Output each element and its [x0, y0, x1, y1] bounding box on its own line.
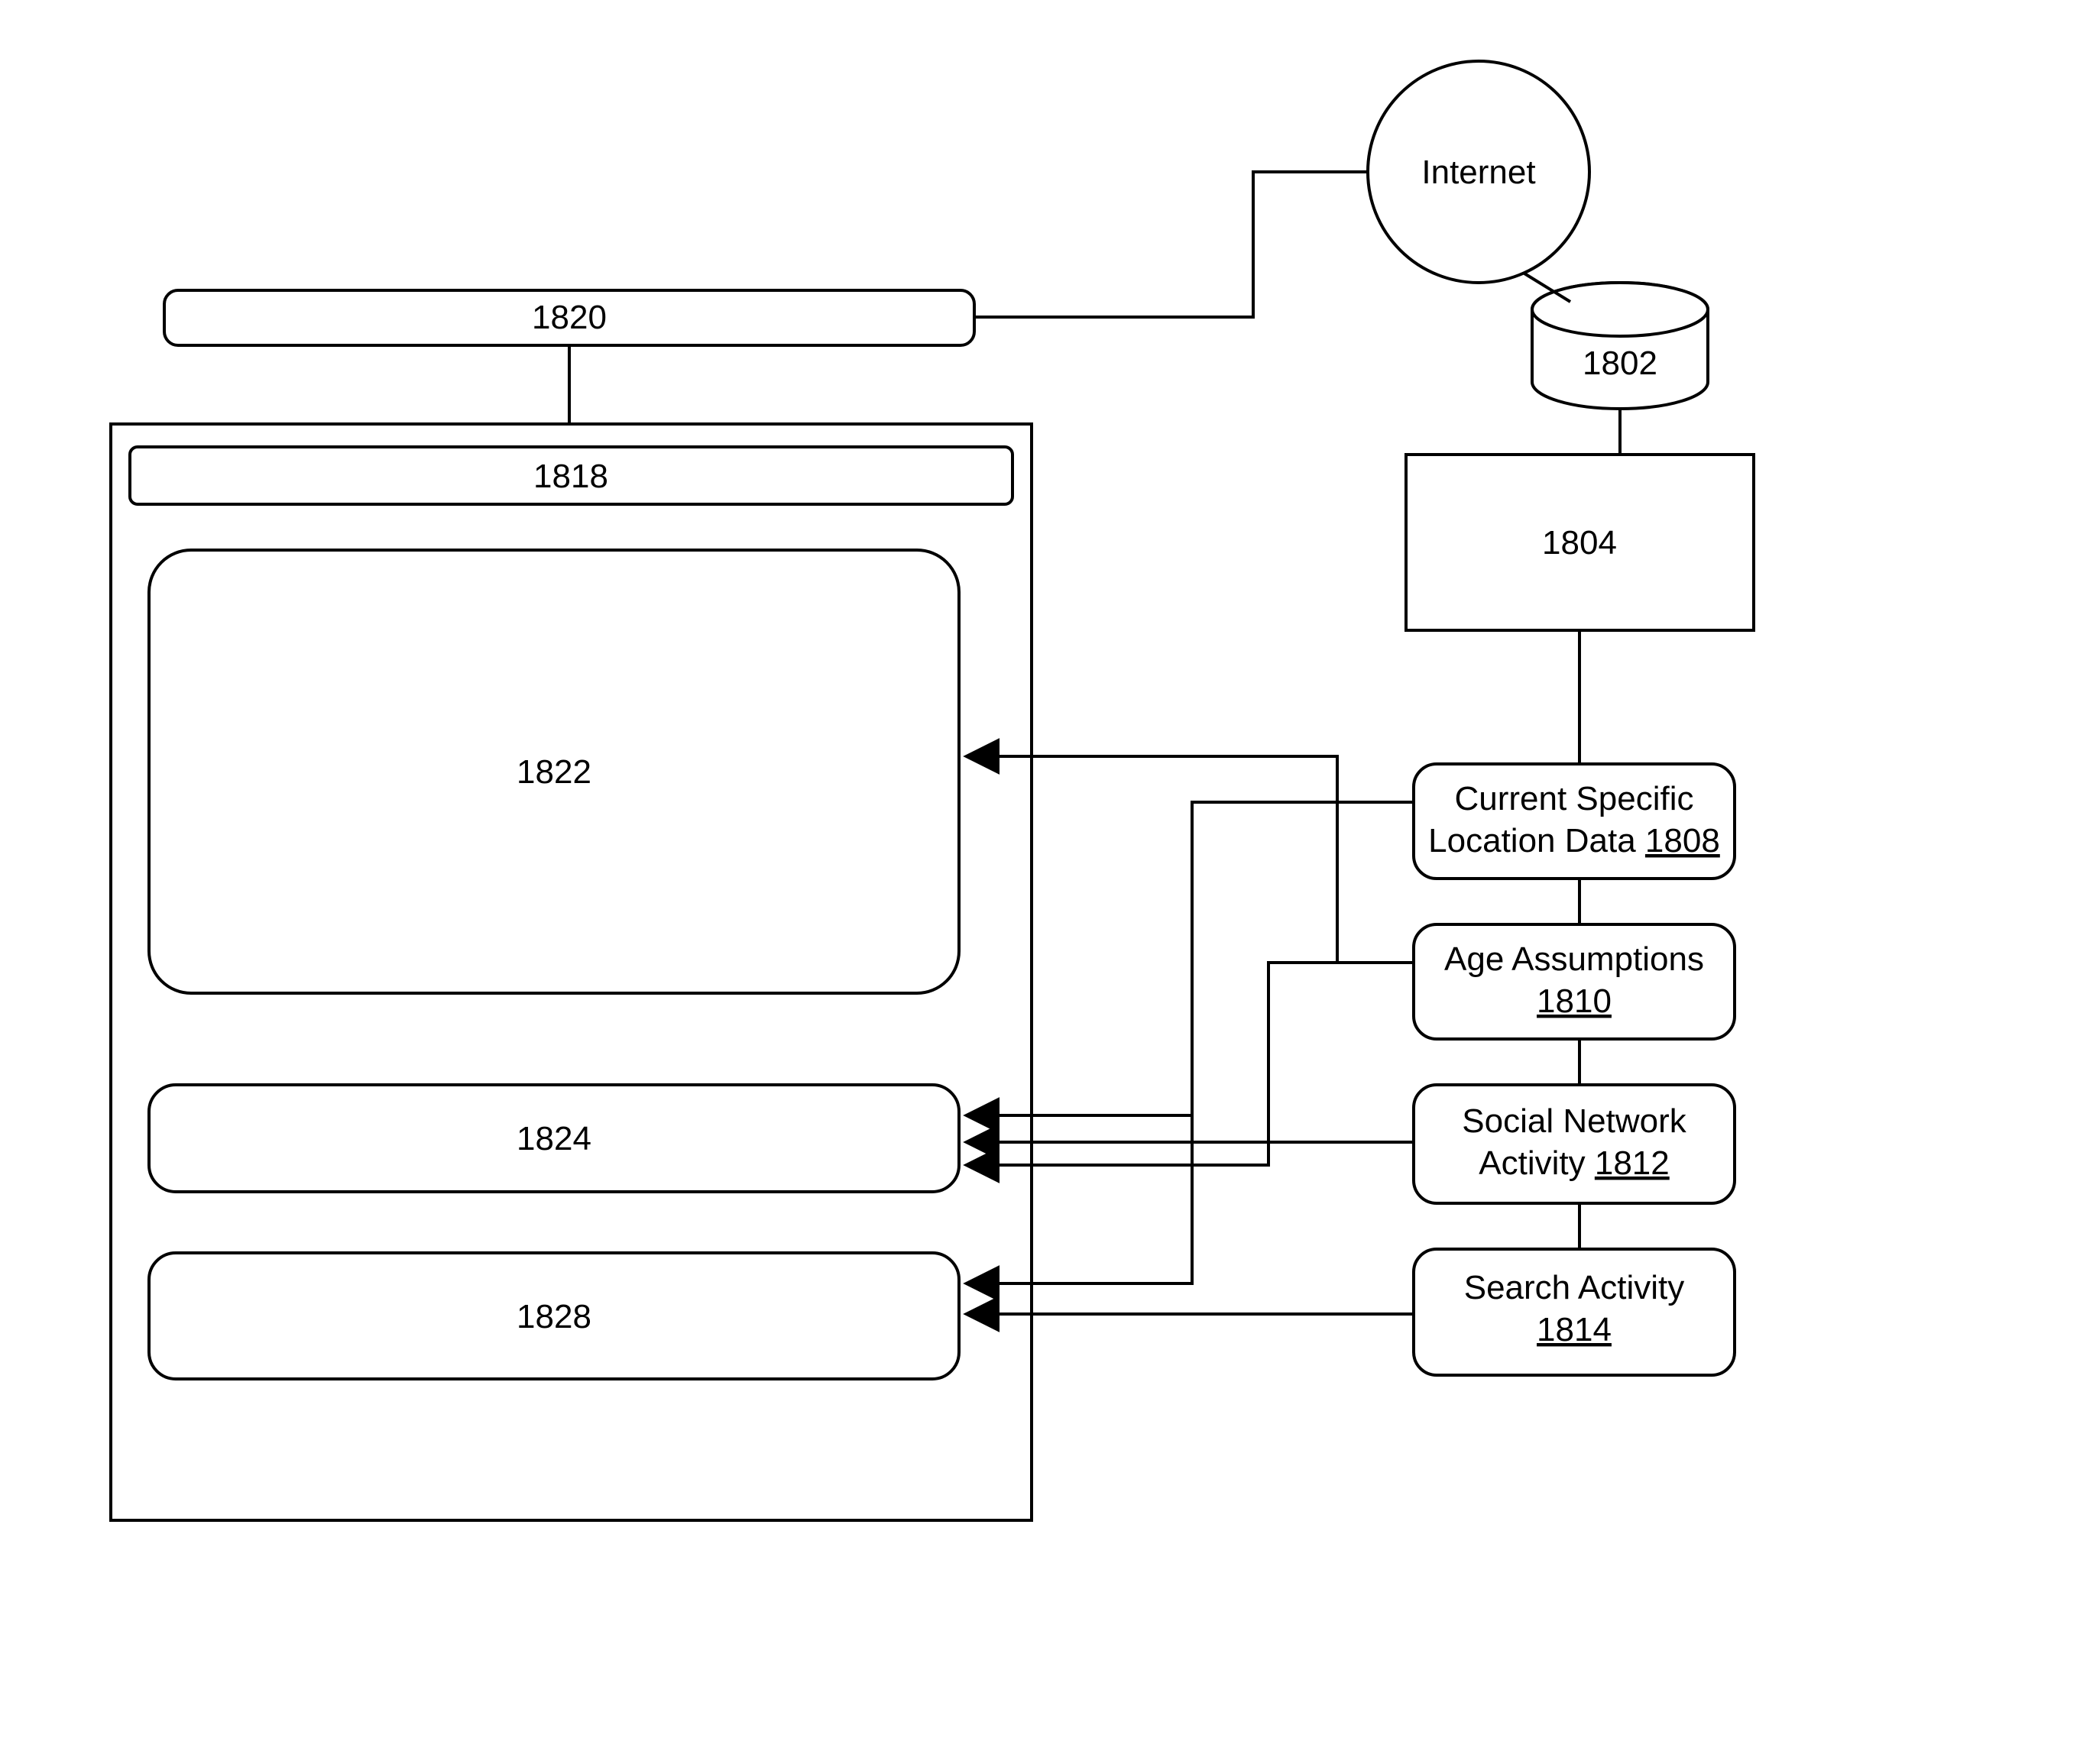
social-line1: Social Network	[1462, 1102, 1686, 1140]
panel-low-node: 1828	[149, 1253, 959, 1379]
database-node: 1802	[1532, 283, 1708, 409]
search-line1: Search Activity	[1464, 1269, 1685, 1306]
social-ref: 1812	[1595, 1144, 1670, 1182]
search-ref: 1814	[1537, 1311, 1612, 1348]
search-node: Search Activity 1814	[1414, 1249, 1735, 1375]
panel-mid-node: 1824	[149, 1085, 959, 1192]
internet-node: Internet	[1368, 61, 1589, 283]
conn-internet-bar	[974, 172, 1368, 317]
server-node: 1804	[1406, 455, 1754, 630]
internet-label: Internet	[1421, 154, 1535, 191]
panel-low-ref: 1828	[517, 1298, 591, 1335]
panel-header-ref: 1818	[533, 458, 608, 495]
top-bar-node: 1820	[164, 290, 974, 345]
svg-text:Location Data 1808: Location Data 1808	[1428, 822, 1720, 859]
location-ref: 1808	[1645, 822, 1720, 859]
panel-big-node: 1822	[149, 550, 959, 993]
panel-mid-ref: 1824	[517, 1120, 591, 1157]
age-ref: 1810	[1537, 982, 1612, 1020]
social-line2: Activity	[1479, 1144, 1595, 1182]
top-bar-ref: 1820	[532, 299, 607, 336]
location-line2: Location Data	[1428, 822, 1645, 859]
location-line1: Current Specific	[1454, 780, 1693, 817]
conn-loc-1824	[967, 802, 1414, 1115]
location-node: Current Specific Location Data 1808	[1414, 764, 1735, 879]
panel-big-ref: 1822	[517, 753, 591, 791]
conn-age-1822	[967, 756, 1414, 963]
age-node: Age Assumptions 1810	[1414, 924, 1735, 1039]
age-line1: Age Assumptions	[1444, 940, 1704, 978]
server-ref: 1804	[1542, 524, 1617, 562]
svg-text:Activity 1812: Activity 1812	[1479, 1144, 1669, 1182]
panel-header-node: 1818	[130, 447, 1012, 504]
social-node: Social Network Activity 1812	[1414, 1085, 1735, 1203]
database-ref: 1802	[1583, 345, 1657, 382]
